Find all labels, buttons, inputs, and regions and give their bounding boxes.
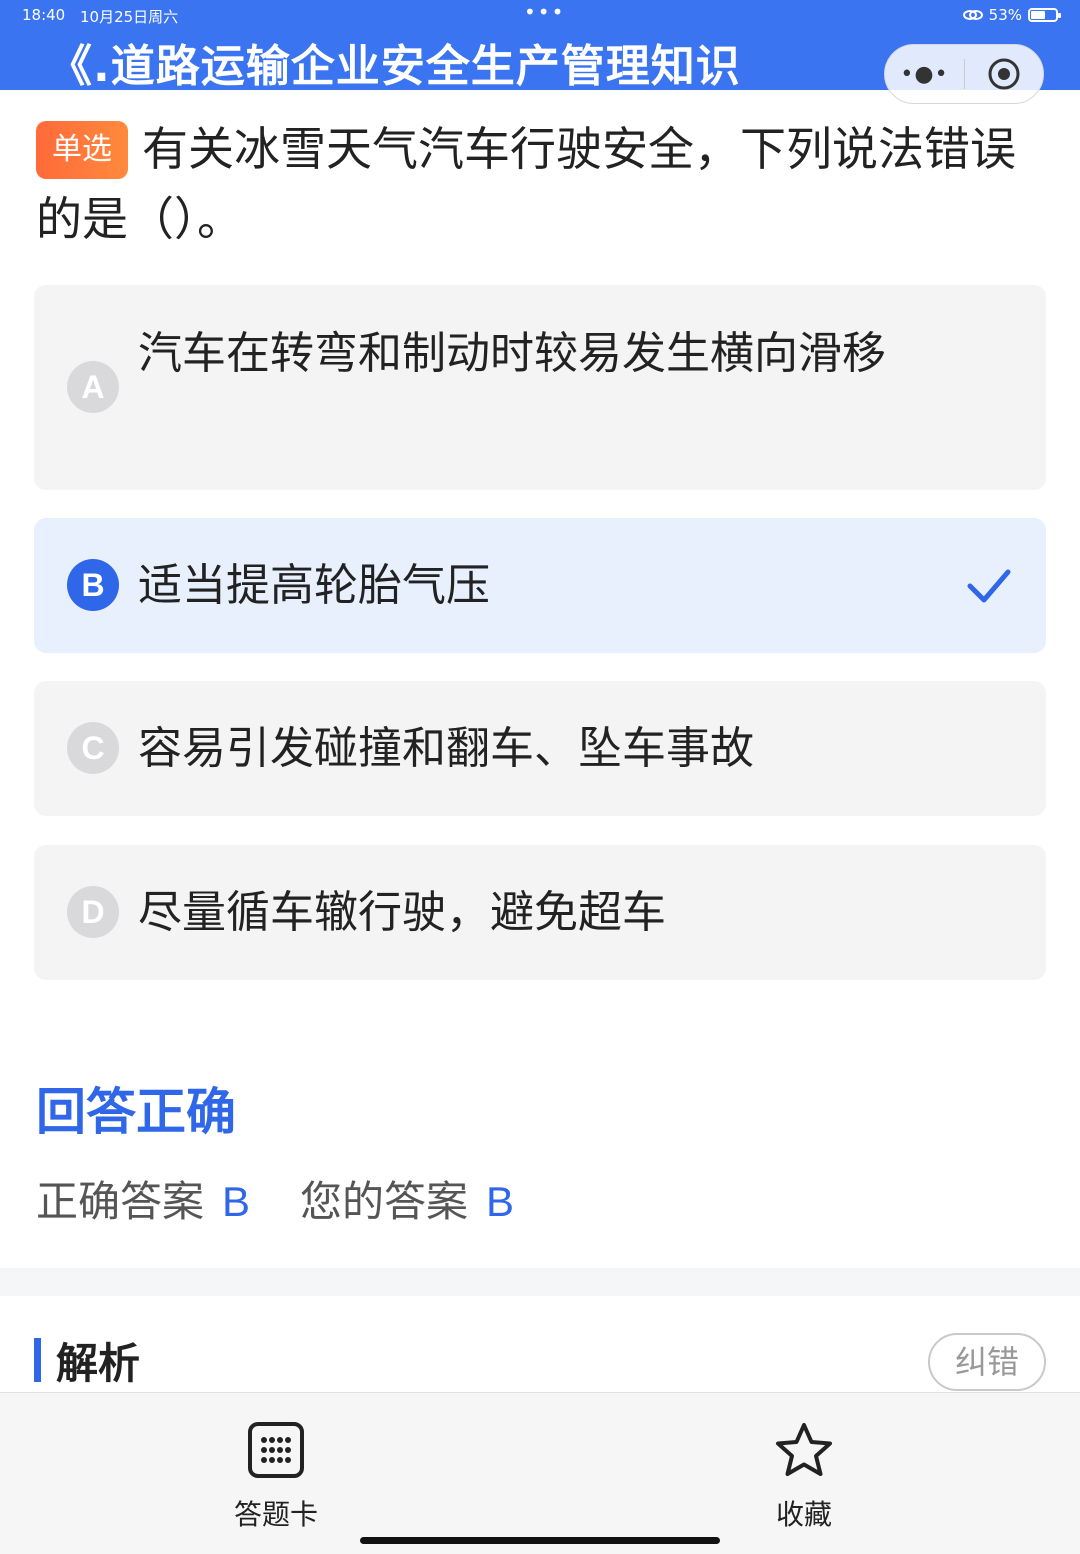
option-b[interactable]: B 适当提高轮胎气压 <box>34 518 1046 653</box>
correct-answer-value: B <box>222 1178 251 1225</box>
option-letter: A <box>67 361 119 413</box>
your-answer-label: 您的答案 <box>300 1177 469 1226</box>
result-title: 回答正确 <box>36 1083 236 1141</box>
close-target-icon[interactable] <box>965 56 1043 92</box>
home-indicator <box>360 1537 720 1544</box>
correct-answer-label: 正确答案 <box>36 1177 205 1226</box>
star-icon <box>776 1423 832 1476</box>
status-dots: ••• <box>524 0 566 24</box>
analysis-title: 解析 <box>56 1339 141 1388</box>
question-type-badge: 单选 <box>36 121 128 179</box>
question-text: 有关冰雪天气汽车行驶安全，下列说法错误的是（）。 <box>36 122 1016 246</box>
grid-icon <box>248 1422 304 1478</box>
favorite-tab[interactable]: 收藏 <box>744 1421 864 1533</box>
more-menu-icon[interactable]: •●• <box>885 62 964 87</box>
option-text: 适当提高轮胎气压 <box>138 560 490 611</box>
battery-icon <box>1028 8 1061 22</box>
option-text: 容易引发碰撞和翻车、坠车事故 <box>138 723 754 774</box>
option-text: 汽车在转弯和制动时较易发生横向滑移 <box>138 328 886 379</box>
option-c[interactable]: C 容易引发碰撞和翻车、坠车事故 <box>34 681 1046 816</box>
answer-card-label: 答题卡 <box>233 1498 318 1531</box>
report-error-button[interactable]: 纠错 <box>928 1333 1046 1391</box>
section-divider <box>0 1268 1080 1296</box>
analysis-accent-bar <box>34 1338 41 1382</box>
your-answer-value: B <box>486 1178 515 1225</box>
status-right: 53% <box>962 6 1061 24</box>
mini-program-capsule: •●• <box>884 44 1044 104</box>
favorite-label: 收藏 <box>775 1498 832 1531</box>
answer-summary: 正确答案 B 您的答案 B <box>36 1168 564 1229</box>
bottom-toolbar: 答题卡 收藏 <box>0 1392 1080 1554</box>
option-letter: D <box>67 886 119 938</box>
answer-card-tab[interactable]: 答题卡 <box>216 1421 336 1533</box>
option-d[interactable]: D 尽量循车辙行驶，避免超车 <box>34 845 1046 980</box>
app-title: 《.道路运输企业安全生产管理知识 <box>48 41 741 92</box>
battery-percent: 53% <box>988 6 1022 24</box>
status-time: 18:40 <box>22 6 66 24</box>
status-bar: 18:40 10月25日周六 ••• 53% <box>0 0 1080 26</box>
option-text: 尽量循车辙行驶，避免超车 <box>138 887 666 938</box>
option-letter: B <box>67 559 119 611</box>
check-icon <box>967 569 1011 602</box>
status-date: 10月25日周六 <box>80 8 179 26</box>
option-a[interactable]: A 汽车在转弯和制动时较易发生横向滑移 <box>34 285 1046 490</box>
option-letter: C <box>67 722 119 774</box>
link-icon <box>962 10 983 20</box>
question-stem: 单选 有关冰雪天气汽车行驶安全，下列说法错误的是（）。 <box>36 114 1046 254</box>
